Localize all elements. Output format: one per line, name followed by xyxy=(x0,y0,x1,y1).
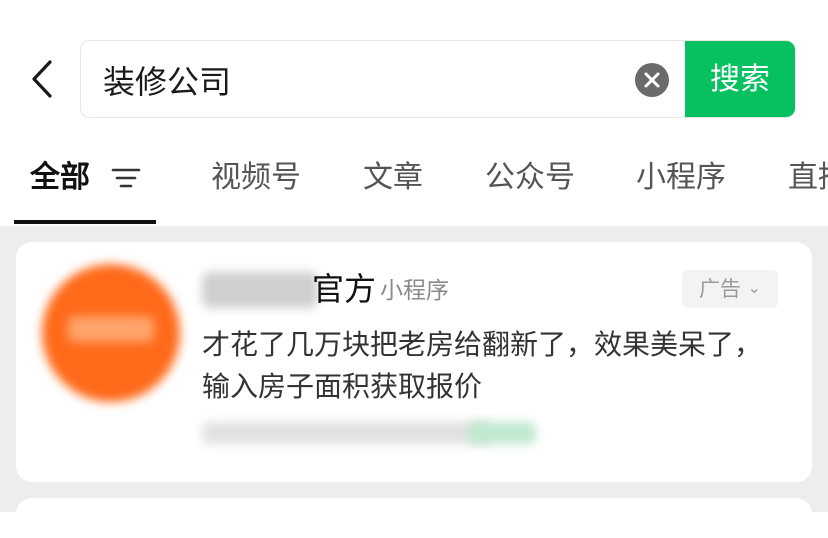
clear-circle-icon xyxy=(644,72,660,88)
clear-button[interactable] xyxy=(635,63,669,97)
tab-bar: 全部 视频号 文章 公众号 小程序 直播 xyxy=(0,140,828,226)
ad-label: 广告 xyxy=(698,277,741,301)
ad-result-card[interactable]: 官方 小程序 广告 ⌄ 才花了几万块把老房给翻新了，效果美呆了，输入房子面积获取… xyxy=(16,242,812,482)
result-description: 才花了几万块把老房给翻新了，效果美呆了，输入房子面积获取报价 xyxy=(202,328,763,403)
tab-live[interactable]: 直播 xyxy=(788,158,828,198)
next-result-card[interactable] xyxy=(16,498,812,538)
blurred-meta-link xyxy=(468,422,536,444)
chevron-down-icon: ⌄ xyxy=(747,278,762,297)
filter-icon[interactable] xyxy=(111,166,141,190)
tab-all[interactable]: 全部 xyxy=(30,158,90,198)
ad-badge[interactable]: 广告 ⌄ xyxy=(682,270,778,308)
active-tab-indicator xyxy=(14,220,156,224)
back-button[interactable] xyxy=(28,58,58,100)
blurred-name xyxy=(202,272,318,308)
result-title: 官方 xyxy=(312,270,377,308)
results-area: 官方 小程序 广告 ⌄ 才花了几万块把老房给翻新了，效果美呆了，输入房子面积获取… xyxy=(0,226,828,538)
search-input[interactable] xyxy=(103,55,623,105)
chevron-left-icon xyxy=(32,60,52,98)
result-type-label: 小程序 xyxy=(380,278,449,304)
tab-articles[interactable]: 文章 xyxy=(363,158,423,198)
top-bar: 搜索 xyxy=(0,0,828,140)
avatar-logo xyxy=(68,316,154,342)
tab-channels[interactable]: 视频号 xyxy=(211,158,301,198)
blurred-meta-text xyxy=(202,422,492,444)
search-button[interactable]: 搜索 xyxy=(685,41,795,117)
tab-mini-programs[interactable]: 小程序 xyxy=(636,158,726,198)
search-box: 搜索 xyxy=(80,40,796,118)
tab-official-accounts[interactable]: 公众号 xyxy=(485,158,575,198)
